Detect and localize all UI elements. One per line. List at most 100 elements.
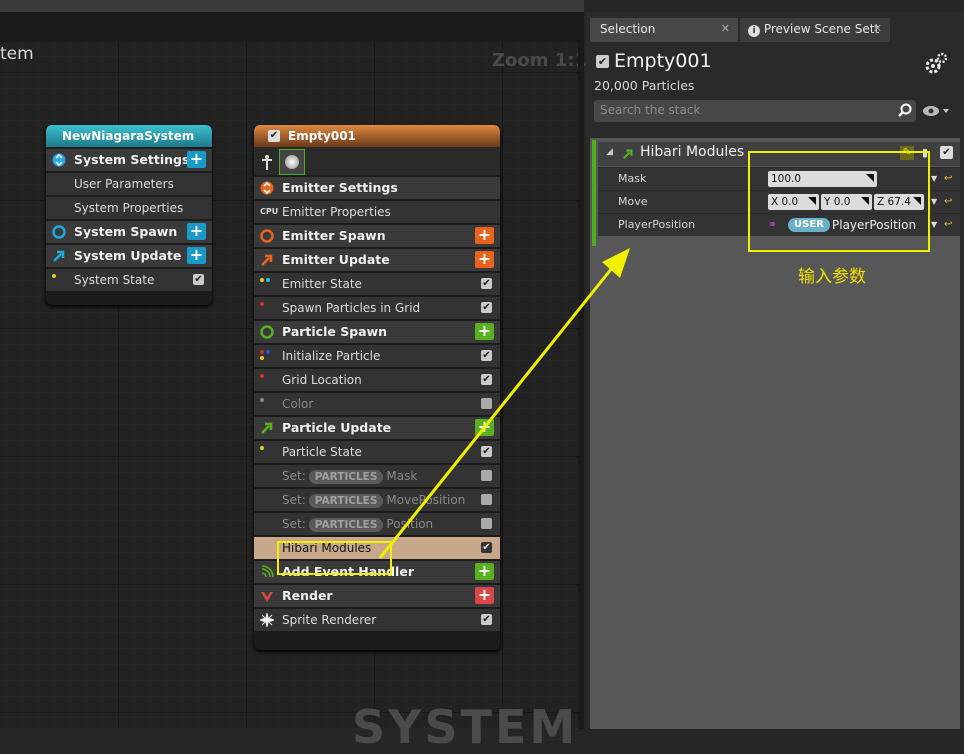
add-particle-update-button[interactable]: +	[475, 419, 494, 436]
emitter-properties-label: Emitter Properties	[282, 205, 391, 219]
search-icon[interactable]	[898, 103, 912, 117]
set-mask-checkbox[interactable]	[481, 470, 492, 481]
dropdown-arrow-icon[interactable]: ▼	[931, 214, 937, 236]
system-node-header[interactable]: NewNiagaraSystem	[46, 125, 212, 147]
gear-icon[interactable]	[924, 52, 948, 76]
module-group-indicator	[592, 140, 596, 246]
initialize-particle-checkbox[interactable]: ✔	[481, 350, 492, 361]
info-icon: i	[748, 25, 760, 37]
particle-spawn-icon	[260, 325, 274, 339]
emitter-update-row[interactable]: Emitter Update +	[254, 247, 500, 271]
eye-icon[interactable]	[922, 104, 952, 118]
tab-preview-label: Preview Scene Sett	[763, 22, 880, 36]
close-icon[interactable]: ✕	[873, 18, 882, 40]
system-settings-row[interactable]: System Settings +	[46, 147, 212, 171]
emitter-node-header[interactable]: ✔ Empty001	[254, 125, 500, 147]
add-particle-spawn-button[interactable]: +	[475, 323, 494, 340]
particle-state-row[interactable]: Particle State ✔	[254, 439, 500, 463]
sprite-renderer-row[interactable]: Sprite Renderer ✔	[254, 607, 500, 631]
close-icon[interactable]: ✕	[721, 18, 730, 40]
color-label: Color	[282, 397, 314, 411]
emitter-spawn-row[interactable]: Emitter Spawn +	[254, 223, 500, 247]
set-mask-row[interactable]: Set: PARTICLES Mask	[254, 463, 500, 487]
initialize-particle-row[interactable]: Initialize Particle ✔	[254, 343, 500, 367]
system-update-row[interactable]: System Update +	[46, 243, 212, 267]
system-spawn-icon	[52, 225, 66, 239]
system-properties-row[interactable]: System Properties	[46, 195, 212, 219]
render-row[interactable]: Render +	[254, 583, 500, 607]
add-system-update-button[interactable]: +	[187, 247, 206, 264]
sprite-renderer-checkbox[interactable]: ✔	[481, 614, 492, 625]
reset-arrow-icon[interactable]: ↩	[944, 214, 952, 236]
system-properties-label: System Properties	[74, 201, 184, 215]
color-row[interactable]: Color	[254, 391, 500, 415]
spawn-grid-row[interactable]: Spawn Particles in Grid ✔	[254, 295, 500, 319]
zoom-level: Zoom 1:1	[492, 50, 588, 71]
grid-location-checkbox[interactable]: ✔	[481, 374, 492, 385]
reset-arrow-icon[interactable]: ↩	[944, 191, 952, 213]
system-settings-icon	[52, 153, 66, 167]
emitter-properties-row[interactable]: CPU Emitter Properties	[254, 199, 500, 223]
set-position-row[interactable]: Set: PARTICLES Position	[254, 511, 500, 535]
add-emitter-update-button[interactable]: +	[475, 251, 494, 268]
set-position-label: Set: PARTICLES Position	[282, 513, 433, 535]
collapse-triangle-icon[interactable]: ◢	[606, 147, 613, 157]
emitter-thumbnail-icon[interactable]	[279, 149, 305, 175]
module-dot-icon	[52, 274, 56, 278]
initialize-particle-label: Initialize Particle	[282, 349, 381, 363]
particles-pill: PARTICLES	[308, 470, 384, 484]
set-move-checkbox[interactable]	[481, 494, 492, 505]
system-state-checkbox[interactable]: ✔	[193, 274, 204, 285]
graph-splitter[interactable]	[578, 12, 584, 729]
dropdown-arrow-icon[interactable]: ▼	[931, 191, 937, 213]
particle-spawn-row[interactable]: Particle Spawn +	[254, 319, 500, 343]
set-prefix: Set:	[282, 469, 306, 483]
emitter-enabled-checkbox[interactable]: ✔	[596, 55, 609, 68]
particle-update-row[interactable]: Particle Update +	[254, 415, 500, 439]
tab-selection[interactable]: Selection ✕	[590, 18, 738, 42]
tab-preview-scene[interactable]: i Preview Scene Sett ✕	[740, 18, 890, 42]
graph-watermark: SYSTEM	[352, 700, 579, 754]
emitter-enable-checkbox[interactable]: ✔	[268, 130, 280, 142]
set-prefix: Set:	[282, 493, 306, 507]
particle-state-checkbox[interactable]: ✔	[481, 446, 492, 457]
add-event-handler-button[interactable]: +	[475, 563, 494, 580]
annotation-box-node	[277, 541, 392, 575]
add-emitter-spawn-button[interactable]: +	[475, 227, 494, 244]
panel-title: Empty001	[614, 50, 712, 72]
system-spawn-row[interactable]: System Spawn +	[46, 219, 212, 243]
emitter-state-row[interactable]: Emitter State ✔	[254, 271, 500, 295]
module-dot-icon	[260, 356, 264, 360]
add-system-spawn-button[interactable]: +	[187, 223, 206, 240]
add-system-settings-button[interactable]: +	[187, 151, 206, 168]
module-enable-checkbox[interactable]: ✔	[940, 146, 953, 159]
user-parameters-row[interactable]: User Parameters	[46, 171, 212, 195]
move-label: Move	[618, 195, 648, 208]
sprite-renderer-label: Sprite Renderer	[282, 613, 377, 627]
set-move-name: MovePosition	[386, 493, 466, 507]
emitter-spawn-icon	[260, 229, 274, 243]
reset-arrow-icon[interactable]: ↩	[944, 168, 952, 190]
add-render-button[interactable]: +	[475, 587, 494, 604]
system-state-row[interactable]: System State ✔	[46, 267, 212, 291]
event-handler-icon	[261, 565, 274, 578]
emitter-settings-row[interactable]: Emitter Settings	[254, 175, 500, 199]
set-position-checkbox[interactable]	[481, 518, 492, 529]
search-input[interactable]	[594, 100, 902, 120]
player-position-label: PlayerPosition	[618, 218, 696, 231]
dropdown-arrow-icon[interactable]: ▼	[931, 168, 937, 190]
module-dot-icon	[260, 302, 264, 306]
emitter-state-checkbox[interactable]: ✔	[481, 278, 492, 289]
grid-location-row[interactable]: Grid Location ✔	[254, 367, 500, 391]
stack-search[interactable]	[594, 100, 916, 122]
hibari-modules-checkbox[interactable]: ✔	[481, 542, 492, 553]
spawn-grid-checkbox[interactable]: ✔	[481, 302, 492, 313]
particle-count: 20,000 Particles	[594, 78, 695, 93]
module-dot-icon	[260, 446, 264, 450]
color-checkbox[interactable]	[481, 398, 492, 409]
annotation-label: 输入参数	[798, 267, 866, 287]
system-node[interactable]: NewNiagaraSystem System Settings + User …	[46, 125, 212, 305]
set-move-row[interactable]: Set: PARTICLES MovePosition	[254, 487, 500, 511]
emitter-state-label: Emitter State	[282, 277, 362, 291]
emitter-settings-label: Emitter Settings	[282, 180, 398, 195]
